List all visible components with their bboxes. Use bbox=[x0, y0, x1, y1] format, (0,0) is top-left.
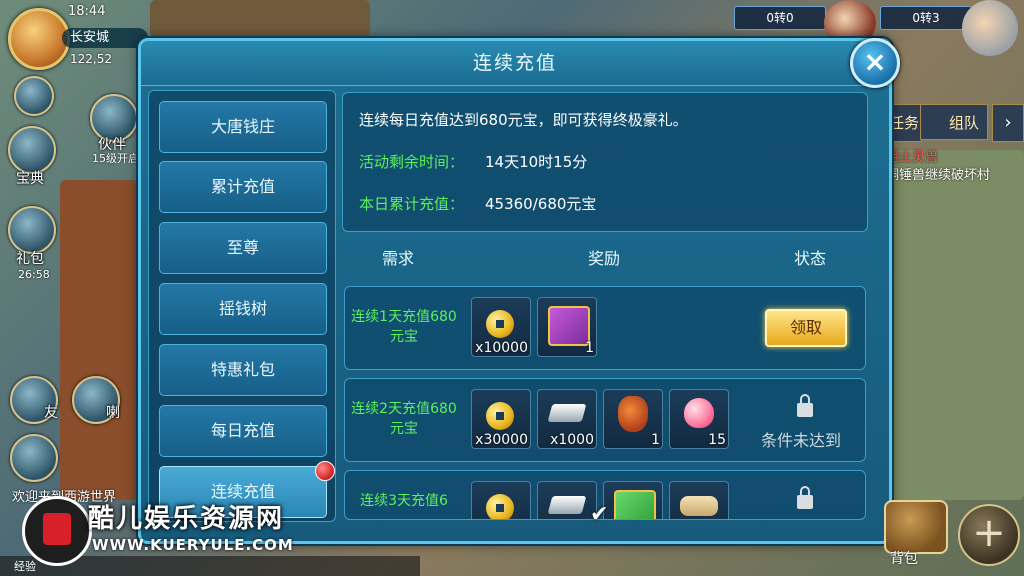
sidebar-item-money-tree[interactable]: 摇钱树 bbox=[159, 283, 327, 335]
reward-item[interactable]: 1 bbox=[603, 389, 663, 449]
tab-team[interactable]: 组队 bbox=[920, 104, 988, 140]
row-requirement: 连续2天充值680元宝 bbox=[351, 401, 457, 437]
expand-plus-icon[interactable]: + bbox=[958, 504, 1020, 566]
remaining-time-value: 14天10时15分 bbox=[485, 153, 588, 171]
notification-dot-icon bbox=[315, 461, 335, 481]
reward-item[interactable] bbox=[471, 481, 531, 519]
score-left: 0转0 bbox=[734, 6, 826, 30]
today-total-label: 本日累计充值： bbox=[359, 195, 465, 213]
panel-title: 连续充值 bbox=[141, 41, 889, 86]
item-qty: x30000 bbox=[475, 432, 528, 448]
watermark-logo bbox=[22, 496, 92, 566]
peach-icon bbox=[684, 398, 714, 428]
gift-pack-timer: 26:58 bbox=[18, 268, 50, 281]
sidebar-item-daily[interactable]: 每日充值 bbox=[159, 405, 327, 457]
clock-time: 18:44 bbox=[68, 4, 106, 19]
chat-bubble-icon[interactable] bbox=[10, 434, 58, 482]
today-total-value: 45360/680元宝 bbox=[485, 195, 597, 213]
reward-item[interactable] bbox=[603, 481, 663, 519]
location-coords: 122,52 bbox=[70, 52, 112, 66]
treasure-book-label: 宝典 bbox=[16, 171, 44, 187]
scroll-icon bbox=[680, 496, 718, 516]
event-description: 连续每日充值达到680元宝，即可获得终极豪礼。 bbox=[359, 111, 688, 129]
voice-label: 喇 bbox=[106, 405, 120, 421]
reward-item[interactable]: x10000 bbox=[471, 297, 531, 357]
row-requirement: 连续3天充值6 bbox=[360, 493, 448, 509]
gift-box-icon bbox=[548, 306, 590, 346]
reward-item[interactable] bbox=[669, 481, 729, 519]
reward-row: 连续1天充值680元宝 x10000 1 领取 bbox=[344, 286, 866, 370]
item-qty: 1 bbox=[585, 340, 594, 356]
bag-label: 背包 bbox=[890, 551, 918, 567]
lock-icon bbox=[797, 486, 813, 509]
minimize-icon[interactable] bbox=[14, 76, 54, 116]
gift-pack-icon[interactable] bbox=[8, 206, 56, 254]
silver-ingot-icon bbox=[547, 404, 587, 422]
player-avatar[interactable] bbox=[8, 8, 70, 70]
collapse-arrow-icon[interactable]: › bbox=[992, 104, 1024, 142]
coin-icon bbox=[486, 402, 514, 430]
partner-hint: 15级开启 bbox=[92, 152, 139, 165]
reward-item[interactable]: 15 bbox=[669, 389, 729, 449]
reward-item[interactable]: x30000 bbox=[471, 389, 531, 449]
header-reward: 奖励 bbox=[588, 249, 621, 268]
gift-box-icon bbox=[614, 490, 656, 519]
quest-desc[interactable]: 铜锤兽继续破坏村 bbox=[886, 164, 990, 183]
reward-item[interactable]: x1000 bbox=[537, 389, 597, 449]
background-building bbox=[150, 0, 370, 38]
sidebar: 大唐钱庄 累计充值 至尊 摇钱树 特惠礼包 每日充值 连续充值 bbox=[148, 90, 336, 522]
item-qty: 1 bbox=[651, 432, 660, 448]
coin-icon bbox=[486, 310, 514, 338]
location-name[interactable]: 长安城 bbox=[62, 28, 148, 48]
reward-item[interactable]: 1 bbox=[537, 297, 597, 357]
item-qty: 15 bbox=[708, 432, 726, 448]
bag-icon[interactable] bbox=[884, 500, 948, 554]
quest-title[interactable]: 阻止灵兽 bbox=[886, 146, 938, 165]
exp-label: 经验 bbox=[14, 560, 36, 573]
background-gate bbox=[60, 180, 138, 500]
row-requirement: 连续1天充值680元宝 bbox=[351, 309, 457, 345]
scroll-down-chevron-icon[interactable]: ✔ bbox=[590, 502, 608, 527]
lock-icon bbox=[797, 394, 813, 417]
sidebar-item-supreme[interactable]: 至尊 bbox=[159, 222, 327, 274]
header-requirement: 需求 bbox=[382, 249, 415, 268]
treasure-book-icon[interactable] bbox=[8, 126, 56, 174]
close-button[interactable]: × bbox=[850, 38, 900, 88]
friend-label: 友 bbox=[44, 405, 58, 421]
watermark-url: WWW.KUERYULE.COM bbox=[92, 536, 294, 554]
status-locked-text: 条件未达到 bbox=[761, 431, 842, 450]
watermark-title: 酷儿娱乐资源网 bbox=[88, 504, 285, 534]
remaining-time-label: 活动剩余时间： bbox=[359, 153, 465, 171]
background-courtyard bbox=[890, 150, 1024, 500]
sidebar-item-special-gift[interactable]: 特惠礼包 bbox=[159, 344, 327, 396]
reward-row: 连续2天充值680元宝 x30000 x1000 1 15 条件未达到 bbox=[344, 378, 866, 462]
claim-button[interactable]: 领取 bbox=[765, 309, 847, 347]
sidebar-item-bank[interactable]: 大唐钱庄 bbox=[159, 101, 327, 153]
coin-icon bbox=[486, 494, 514, 519]
header-status: 状态 bbox=[794, 249, 827, 268]
gift-pack-label: 礼包 bbox=[16, 251, 44, 267]
ally-avatar[interactable] bbox=[962, 0, 1018, 56]
item-qty: x10000 bbox=[475, 340, 528, 356]
score-right: 0转3 bbox=[880, 6, 972, 30]
sidebar-item-cumulative[interactable]: 累计充值 bbox=[159, 161, 327, 213]
treasure-bag-icon bbox=[618, 396, 648, 432]
reward-item[interactable] bbox=[537, 481, 597, 519]
item-qty: x1000 bbox=[550, 432, 594, 448]
silver-ingot-icon bbox=[547, 496, 587, 514]
info-box: 连续每日充值达到680元宝，即可获得终极豪礼。 活动剩余时间： 14天10时15… bbox=[342, 92, 868, 232]
